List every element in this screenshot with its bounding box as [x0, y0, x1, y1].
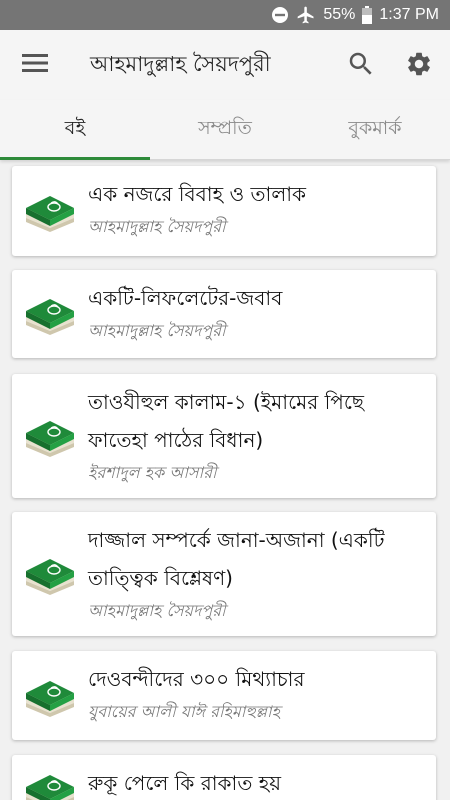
book-icon [22, 413, 78, 459]
book-card[interactable]: দাজ্জাল সম্পর্কে জানা-অজানা (একটি তাত্ত্ব… [12, 512, 436, 636]
do-not-disturb-icon [271, 6, 289, 24]
book-text: দেওবন্দীদের ৩০০ মিথ্যাচার যুবায়ের আলী যা… [88, 660, 422, 726]
status-bar: 55% 1:37 PM [0, 0, 450, 30]
book-title: ফাতেহা পাঠের বিধান) [88, 428, 264, 452]
settings-button[interactable] [400, 47, 438, 85]
book-list: এক নজরে বিবাহ ও তালাক আহমাদুল্লাহ সৈয়দপু… [0, 161, 450, 800]
status-bar-indicators: 55% 1:37 PM [271, 0, 439, 30]
book-title: একটি-লিফলেটের-জবাব [88, 286, 283, 310]
book-title: রুকূ পেলে কি রাকাত হয় [88, 771, 281, 795]
settings-icon [405, 50, 433, 82]
book-author: আহমাদুল্লাহ সৈয়দপুরী [88, 321, 226, 340]
tab-books[interactable]: বই [0, 100, 150, 160]
book-title: দাজ্জাল সম্পর্কে জানা-অজানা (একটি [88, 528, 385, 552]
menu-icon [22, 53, 48, 77]
battery-icon [362, 6, 373, 24]
book-text: একটি-লিফলেটের-জবাব আহমাদুল্লাহ সৈয়দপুরী [88, 279, 422, 345]
book-icon [22, 291, 78, 337]
tab-bar: বই সম্প্রতি বুকমার্ক [0, 100, 450, 160]
tab-recent[interactable]: সম্প্রতি [150, 100, 300, 159]
status-time: 1:37 PM [379, 6, 439, 23]
airplane-mode-icon [296, 5, 316, 25]
book-author: ইরশাদুল হক আসারী [88, 463, 217, 482]
battery-percentage: 55% [323, 6, 356, 23]
app-bar: আহমাদুল্লাহ সৈয়দপুরী [0, 30, 450, 100]
tab-bookmarks[interactable]: বুকমার্ক [300, 100, 450, 159]
book-text: তাওযীহুল কালাম-১ (ইমামের পিছে ফাতেহা পাঠে… [88, 383, 422, 487]
menu-button[interactable] [15, 48, 55, 82]
book-author: আহমাদুল্লাহ সৈয়দপুরী [88, 601, 226, 620]
book-title: দেওবন্দীদের ৩০০ মিথ্যাচার [88, 667, 305, 691]
search-icon [346, 49, 376, 83]
book-icon [22, 551, 78, 597]
book-icon [22, 767, 78, 800]
book-icon [22, 188, 78, 234]
book-author: যুবায়ের আলী যাঈ রহিমাহুল্লাহ [88, 702, 281, 721]
book-card[interactable]: দেওবন্দীদের ৩০০ মিথ্যাচার যুবায়ের আলী যা… [12, 651, 436, 740]
book-icon [22, 673, 78, 719]
book-text: দাজ্জাল সম্পর্কে জানা-অজানা (একটি তাত্ত্ব… [88, 521, 422, 625]
book-title: তাওযীহুল কালাম-১ (ইমামের পিছে [88, 390, 365, 414]
app-title: আহমাদুল্লাহ সৈয়দপুরী [90, 52, 271, 76]
book-card[interactable]: রুকূ পেলে কি রাকাত হয় [12, 755, 436, 800]
book-card[interactable]: তাওযীহুল কালাম-১ (ইমামের পিছে ফাতেহা পাঠে… [12, 374, 436, 498]
search-button[interactable] [342, 47, 380, 85]
book-card[interactable]: এক নজরে বিবাহ ও তালাক আহমাদুল্লাহ সৈয়দপু… [12, 166, 436, 256]
book-text: রুকূ পেলে কি রাকাত হয় [88, 764, 422, 800]
book-author: আহমাদুল্লাহ সৈয়দপুরী [88, 217, 226, 236]
book-card[interactable]: একটি-লিফলেটের-জবাব আহমাদুল্লাহ সৈয়দপুরী [12, 270, 436, 358]
book-title: এক নজরে বিবাহ ও তালাক [88, 182, 307, 206]
book-title: তাত্ত্বিক বিশ্লেষণ) [88, 566, 233, 590]
book-text: এক নজরে বিবাহ ও তালাক আহমাদুল্লাহ সৈয়দপু… [88, 175, 422, 241]
